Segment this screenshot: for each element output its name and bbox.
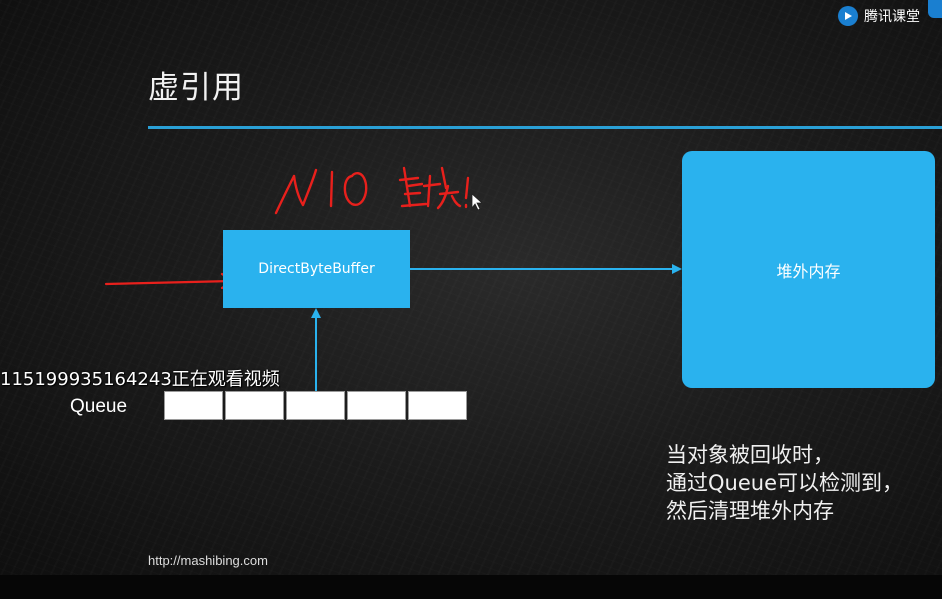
note-line-2: 通过Queue可以检测到， xyxy=(666,471,903,495)
queue-cell xyxy=(286,391,345,420)
buffer-to-heap-arrowhead xyxy=(672,264,682,274)
off-heap-memory-box: 堆外内存 xyxy=(682,151,935,388)
handwritten-annotation xyxy=(274,166,470,215)
direct-byte-buffer-box: DirectByteBuffer xyxy=(223,230,410,308)
handwritten-O xyxy=(343,172,368,206)
explanation-note: 当对象被回收时， 通过Queue可以检测到， 然后清理堆外内存 xyxy=(666,441,903,525)
direct-byte-buffer-label: DirectByteBuffer xyxy=(258,261,375,277)
queue-cell xyxy=(225,391,284,420)
queue-cell xyxy=(164,391,223,420)
queue-to-buffer-arrowhead xyxy=(311,308,321,318)
footer-url: http://mashibing.com xyxy=(148,553,268,568)
handwritten-N xyxy=(274,168,318,215)
note-line-1: 当对象被回收时， xyxy=(666,443,834,467)
handwritten-jie xyxy=(422,166,470,210)
handwritten-I xyxy=(329,170,334,208)
queue-label: Queue xyxy=(70,396,128,417)
queue-cell xyxy=(408,391,467,420)
queue xyxy=(164,391,467,420)
note-line-3: 然后清理堆外内存 xyxy=(666,499,834,523)
viewer-watermark: 115199935164243正在观看视频 xyxy=(0,369,280,390)
queue-cell xyxy=(347,391,406,420)
off-heap-memory-label: 堆外内存 xyxy=(776,261,841,281)
handwritten-pointer-arrow xyxy=(104,272,236,290)
handwritten-cursor xyxy=(471,193,484,211)
handwritten-zhi xyxy=(398,166,428,208)
